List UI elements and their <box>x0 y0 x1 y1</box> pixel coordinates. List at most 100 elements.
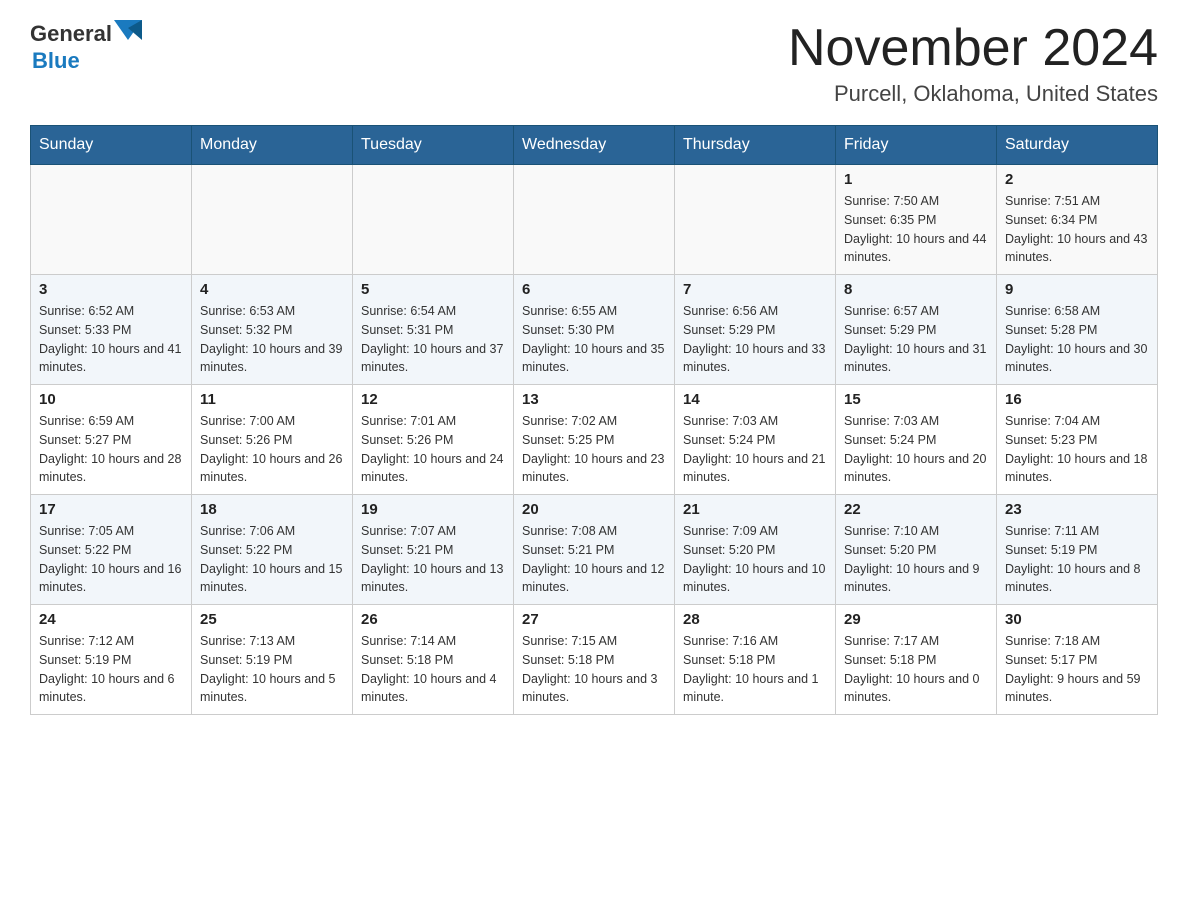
day-number: 4 <box>200 281 344 298</box>
day-number: 14 <box>683 391 827 408</box>
day-number: 6 <box>522 281 666 298</box>
day-of-week-header: Sunday <box>31 126 192 165</box>
day-of-week-header: Thursday <box>675 126 836 165</box>
day-info: Sunrise: 6:53 AMSunset: 5:32 PMDaylight:… <box>200 302 344 377</box>
calendar-cell <box>192 165 353 275</box>
calendar-cell: 10 Sunrise: 6:59 AMSunset: 5:27 PMDayligh… <box>31 385 192 495</box>
calendar-cell: 14 Sunrise: 7:03 AMSunset: 5:24 PMDayligh… <box>675 385 836 495</box>
day-info: Sunrise: 6:52 AMSunset: 5:33 PMDaylight:… <box>39 302 183 377</box>
calendar-week-row: 3 Sunrise: 6:52 AMSunset: 5:33 PMDaylight… <box>31 275 1158 385</box>
day-info: Sunrise: 7:16 AMSunset: 5:18 PMDaylight:… <box>683 632 827 707</box>
day-of-week-header: Wednesday <box>514 126 675 165</box>
day-of-week-header: Monday <box>192 126 353 165</box>
day-number: 7 <box>683 281 827 298</box>
day-of-week-header: Saturday <box>997 126 1158 165</box>
calendar-cell <box>31 165 192 275</box>
logo: General Blue <box>30 20 142 74</box>
day-number: 18 <box>200 501 344 518</box>
logo-blue-text: Blue <box>32 48 80 74</box>
calendar-cell: 22 Sunrise: 7:10 AMSunset: 5:20 PMDayligh… <box>836 495 997 605</box>
day-info: Sunrise: 7:11 AMSunset: 5:19 PMDaylight:… <box>1005 522 1149 597</box>
logo-icon <box>114 20 142 48</box>
calendar-cell: 6Sunrise: 6:55 AMSunset: 5:30 PMDaylight… <box>514 275 675 385</box>
calendar-cell: 23Sunrise: 7:11 AMSunset: 5:19 PMDayligh… <box>997 495 1158 605</box>
day-number: 25 <box>200 611 344 628</box>
day-number: 20 <box>522 501 666 518</box>
calendar-cell: 8Sunrise: 6:57 AMSunset: 5:29 PMDaylight… <box>836 275 997 385</box>
calendar-header-row: SundayMondayTuesdayWednesdayThursdayFrid… <box>31 126 1158 165</box>
calendar-table: SundayMondayTuesdayWednesdayThursdayFrid… <box>30 125 1158 715</box>
day-number: 21 <box>683 501 827 518</box>
calendar-cell: 30 Sunrise: 7:18 AMSunset: 5:17 PMDayligh… <box>997 605 1158 715</box>
calendar-cell: 20 Sunrise: 7:08 AMSunset: 5:21 PMDayligh… <box>514 495 675 605</box>
day-of-week-header: Tuesday <box>353 126 514 165</box>
day-info: Sunrise: 7:50 AMSunset: 6:35 PMDaylight:… <box>844 192 988 267</box>
calendar-cell: 28 Sunrise: 7:16 AMSunset: 5:18 PMDayligh… <box>675 605 836 715</box>
calendar-cell: 29 Sunrise: 7:17 AMSunset: 5:18 PMDayligh… <box>836 605 997 715</box>
day-info: Sunrise: 7:00 AMSunset: 5:26 PMDaylight:… <box>200 412 344 487</box>
day-number: 26 <box>361 611 505 628</box>
day-number: 17 <box>39 501 183 518</box>
day-info: Sunrise: 7:04 AMSunset: 5:23 PMDaylight:… <box>1005 412 1149 487</box>
calendar-cell: 11 Sunrise: 7:00 AMSunset: 5:26 PMDayligh… <box>192 385 353 495</box>
calendar-cell: 26 Sunrise: 7:14 AMSunset: 5:18 PMDayligh… <box>353 605 514 715</box>
calendar-cell: 4 Sunrise: 6:53 AMSunset: 5:32 PMDaylight… <box>192 275 353 385</box>
calendar-week-row: 10 Sunrise: 6:59 AMSunset: 5:27 PMDayligh… <box>31 385 1158 495</box>
day-number: 11 <box>200 391 344 408</box>
day-info: Sunrise: 6:58 AMSunset: 5:28 PMDaylight:… <box>1005 302 1149 377</box>
calendar-week-row: 17 Sunrise: 7:05 AMSunset: 5:22 PMDayligh… <box>31 495 1158 605</box>
day-info: Sunrise: 7:12 AMSunset: 5:19 PMDaylight:… <box>39 632 183 707</box>
day-info: Sunrise: 7:02 AMSunset: 5:25 PMDaylight:… <box>522 412 666 487</box>
calendar-week-row: 1 Sunrise: 7:50 AMSunset: 6:35 PMDaylight… <box>31 165 1158 275</box>
day-info: Sunrise: 7:03 AMSunset: 5:24 PMDaylight:… <box>683 412 827 487</box>
location-title: Purcell, Oklahoma, United States <box>788 81 1158 107</box>
calendar-cell: 17 Sunrise: 7:05 AMSunset: 5:22 PMDayligh… <box>31 495 192 605</box>
day-info: Sunrise: 7:13 AMSunset: 5:19 PMDaylight:… <box>200 632 344 707</box>
day-number: 22 <box>844 501 988 518</box>
day-info: Sunrise: 7:14 AMSunset: 5:18 PMDaylight:… <box>361 632 505 707</box>
day-number: 29 <box>844 611 988 628</box>
calendar-cell: 3 Sunrise: 6:52 AMSunset: 5:33 PMDaylight… <box>31 275 192 385</box>
calendar-cell: 15Sunrise: 7:03 AMSunset: 5:24 PMDayligh… <box>836 385 997 495</box>
day-number: 28 <box>683 611 827 628</box>
calendar-cell: 2 Sunrise: 7:51 AMSunset: 6:34 PMDaylight… <box>997 165 1158 275</box>
day-info: Sunrise: 7:01 AMSunset: 5:26 PMDaylight:… <box>361 412 505 487</box>
day-number: 3 <box>39 281 183 298</box>
logo-general-text: General <box>30 21 112 47</box>
day-number: 1 <box>844 171 988 188</box>
calendar-cell: 7Sunrise: 6:56 AMSunset: 5:29 PMDaylight… <box>675 275 836 385</box>
day-info: Sunrise: 7:15 AMSunset: 5:18 PMDaylight:… <box>522 632 666 707</box>
calendar-cell: 5Sunrise: 6:54 AMSunset: 5:31 PMDaylight… <box>353 275 514 385</box>
day-number: 9 <box>1005 281 1149 298</box>
day-number: 19 <box>361 501 505 518</box>
calendar-week-row: 24 Sunrise: 7:12 AMSunset: 5:19 PMDayligh… <box>31 605 1158 715</box>
calendar-cell: 1 Sunrise: 7:50 AMSunset: 6:35 PMDaylight… <box>836 165 997 275</box>
day-number: 24 <box>39 611 183 628</box>
title-area: November 2024 Purcell, Oklahoma, United … <box>788 20 1158 107</box>
day-info: Sunrise: 7:18 AMSunset: 5:17 PMDaylight:… <box>1005 632 1149 707</box>
day-number: 30 <box>1005 611 1149 628</box>
calendar-cell: 13 Sunrise: 7:02 AMSunset: 5:25 PMDayligh… <box>514 385 675 495</box>
day-number: 13 <box>522 391 666 408</box>
day-number: 2 <box>1005 171 1149 188</box>
calendar-cell: 18 Sunrise: 7:06 AMSunset: 5:22 PMDayligh… <box>192 495 353 605</box>
day-number: 10 <box>39 391 183 408</box>
day-info: Sunrise: 7:05 AMSunset: 5:22 PMDaylight:… <box>39 522 183 597</box>
day-info: Sunrise: 7:51 AMSunset: 6:34 PMDaylight:… <box>1005 192 1149 267</box>
calendar-cell <box>353 165 514 275</box>
day-info: Sunrise: 7:10 AMSunset: 5:20 PMDaylight:… <box>844 522 988 597</box>
day-info: Sunrise: 6:57 AMSunset: 5:29 PMDaylight:… <box>844 302 988 377</box>
calendar-cell <box>675 165 836 275</box>
day-number: 15 <box>844 391 988 408</box>
day-info: Sunrise: 7:08 AMSunset: 5:21 PMDaylight:… <box>522 522 666 597</box>
day-info: Sunrise: 6:54 AMSunset: 5:31 PMDaylight:… <box>361 302 505 377</box>
calendar-cell: 25 Sunrise: 7:13 AMSunset: 5:19 PMDayligh… <box>192 605 353 715</box>
calendar-cell: 12 Sunrise: 7:01 AMSunset: 5:26 PMDayligh… <box>353 385 514 495</box>
day-info: Sunrise: 7:09 AMSunset: 5:20 PMDaylight:… <box>683 522 827 597</box>
day-info: Sunrise: 7:06 AMSunset: 5:22 PMDaylight:… <box>200 522 344 597</box>
day-number: 12 <box>361 391 505 408</box>
day-info: Sunrise: 6:59 AMSunset: 5:27 PMDaylight:… <box>39 412 183 487</box>
calendar-cell: 16Sunrise: 7:04 AMSunset: 5:23 PMDayligh… <box>997 385 1158 495</box>
calendar-cell: 24 Sunrise: 7:12 AMSunset: 5:19 PMDayligh… <box>31 605 192 715</box>
day-info: Sunrise: 7:17 AMSunset: 5:18 PMDaylight:… <box>844 632 988 707</box>
